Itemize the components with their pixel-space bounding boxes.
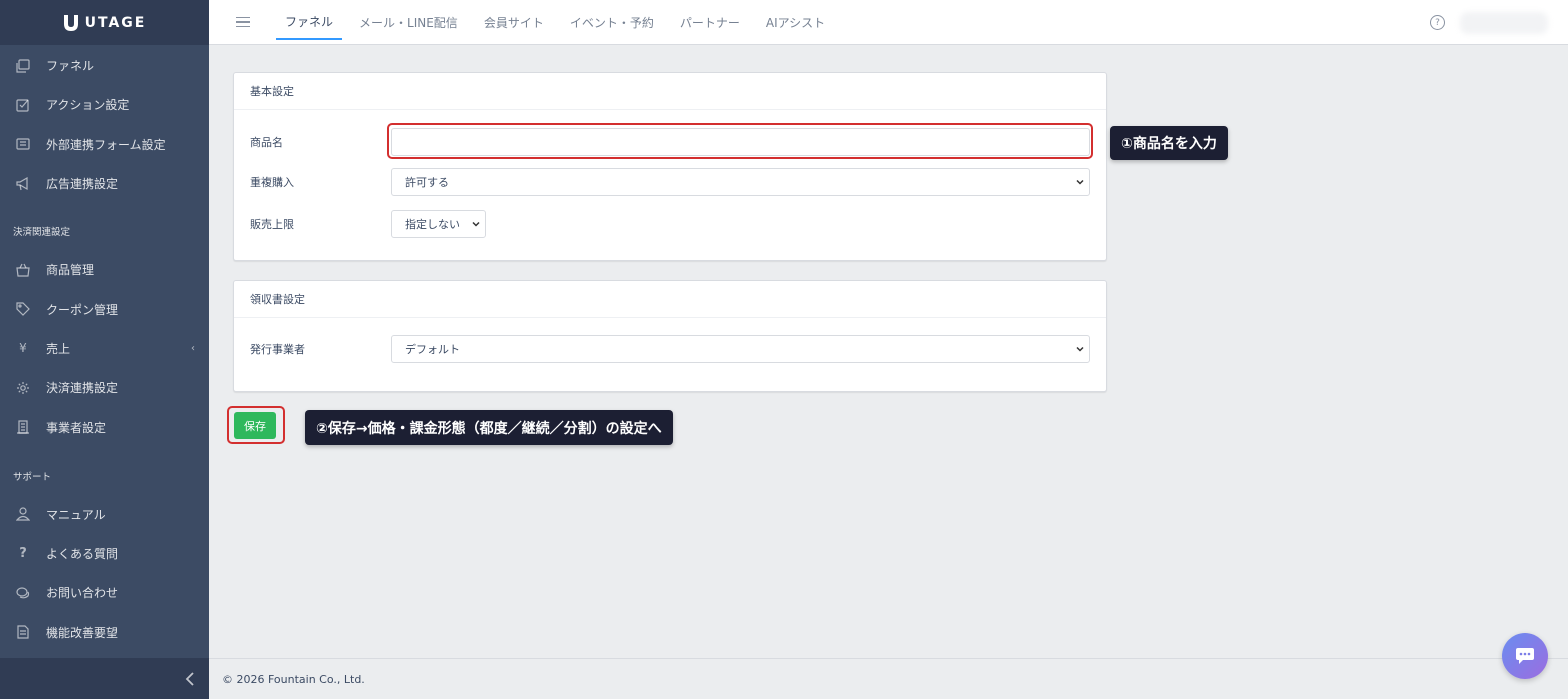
issuer-select[interactable]: デフォルト [391, 335, 1090, 363]
tab-member-site[interactable]: 会員サイト [475, 4, 553, 40]
sidebar-item-label: マニュアル [46, 507, 106, 522]
sidebar-item-label: 売上 [46, 341, 71, 356]
sidebar-item-payment-integration[interactable]: 決済連携設定 [0, 368, 209, 407]
sidebar-item-business[interactable]: 事業者設定 [0, 407, 209, 446]
sidebar-item-products[interactable]: 商品管理 [0, 250, 209, 289]
chat-bubble-icon [16, 586, 30, 600]
top-header: ファネル メール・LINE配信 会員サイト イベント・予約 パートナー AIアシ… [209, 0, 1568, 45]
document-icon [16, 625, 30, 639]
tab-mail-line[interactable]: メール・LINE配信 [350, 4, 467, 40]
card-title: 領収書設定 [234, 281, 1106, 318]
tag-icon [16, 302, 30, 316]
tab-partner[interactable]: パートナー [671, 4, 749, 40]
sidebar-item-label: 事業者設定 [46, 420, 107, 435]
sidebar-item-label: アクション設定 [46, 98, 130, 113]
chevron-down-icon [472, 221, 480, 227]
action-icon [16, 98, 30, 112]
sidebar-item-label: よくある質問 [46, 547, 119, 562]
chat-support-button[interactable] [1502, 633, 1548, 679]
issuer-label: 発行事業者 [250, 343, 305, 356]
hamburger-menu-icon[interactable] [236, 16, 250, 28]
basic-settings-card: 基本設定 商品名 重複購入 許可する 販売上限 指定しない [233, 72, 1107, 261]
chevron-down-icon [1076, 346, 1084, 352]
person-icon [16, 507, 30, 521]
sidebar-item-label: 商品管理 [46, 263, 95, 278]
tab-event-booking[interactable]: イベント・予約 [561, 4, 663, 40]
chevron-left-icon: ‹ [191, 342, 195, 354]
sidebar-item-label: 外部連携フォーム設定 [46, 137, 166, 152]
select-value: 指定しない [405, 218, 460, 231]
card-title: 基本設定 [234, 73, 1106, 110]
sidebar-item-faq[interactable]: ? よくある質問 [0, 534, 209, 573]
product-name-highlight [387, 123, 1093, 159]
section-title-payment: 決済関連設定 [13, 227, 71, 239]
brand-name: UTAGE [84, 14, 147, 31]
sales-limit-label: 販売上限 [250, 218, 294, 231]
sidebar-item-label: お問い合わせ [46, 586, 119, 601]
sidebar-item-contact[interactable]: お問い合わせ [0, 573, 209, 612]
brand-logo[interactable]: UTAGE [0, 0, 209, 45]
sidebar-item-label: 機能改善要望 [46, 625, 119, 640]
tab-funnel[interactable]: ファネル [276, 4, 343, 40]
funnel-icon [16, 59, 30, 73]
user-menu[interactable] [1460, 12, 1548, 34]
building-icon [16, 420, 30, 434]
chevron-down-icon [1076, 179, 1084, 185]
basket-icon [16, 263, 30, 277]
page-footer: © 2026 Fountain Co., Ltd. [209, 658, 1568, 699]
utage-logo-icon [63, 14, 79, 32]
sales-limit-row: 販売上限 指定しない [250, 210, 1090, 238]
sidebar-item-action[interactable]: アクション設定 [0, 85, 209, 124]
section-title-support: サポート [13, 471, 52, 483]
select-value: 許可する [405, 176, 449, 189]
sidebar-item-feature-request[interactable]: 機能改善要望 [0, 613, 209, 652]
question-icon: ? [19, 546, 27, 562]
sales-limit-select[interactable]: 指定しない [391, 210, 486, 238]
help-icon[interactable]: ? [1430, 15, 1445, 30]
sidebar-item-external-form[interactable]: 外部連携フォーム設定 [0, 125, 209, 164]
sidebar-item-label: 決済連携設定 [46, 381, 119, 396]
sidebar-item-label: クーポン管理 [46, 302, 119, 317]
duplicate-purchase-label: 重複購入 [250, 176, 294, 189]
sidebar-item-funnel[interactable]: ファネル [0, 46, 209, 85]
callout-step1: ①商品名を入力 [1110, 126, 1228, 160]
chevron-left-icon [185, 671, 194, 686]
yen-icon: ¥ [19, 341, 27, 356]
issuer-row: 発行事業者 デフォルト [250, 335, 1090, 363]
sidebar: UTAGE ファネル アクション設定 外部連携フォーム設定 広告連携設定 決済関… [0, 0, 209, 699]
receipt-settings-card: 領収書設定 発行事業者 デフォルト [233, 280, 1107, 392]
duplicate-purchase-select[interactable]: 許可する [391, 168, 1090, 196]
save-button[interactable]: 保存 [234, 412, 276, 439]
copyright-text: © 2026 Fountain Co., Ltd. [222, 672, 365, 686]
sidebar-item-coupons[interactable]: クーポン管理 [0, 289, 209, 328]
sidebar-item-manual[interactable]: マニュアル [0, 495, 209, 534]
sidebar-item-label: 広告連携設定 [46, 177, 119, 192]
duplicate-purchase-row: 重複購入 許可する [250, 168, 1090, 196]
top-nav-tabs: ファネル メール・LINE配信 会員サイト イベント・予約 パートナー AIアシ… [276, 0, 842, 45]
sidebar-minimizer[interactable] [0, 658, 209, 699]
megaphone-icon [16, 176, 30, 191]
sidebar-item-ad[interactable]: 広告連携設定 [0, 164, 209, 203]
sidebar-item-sales[interactable]: ¥ 売上 ‹ [0, 329, 209, 368]
gear-icon [16, 381, 30, 395]
select-value: デフォルト [405, 343, 460, 356]
sidebar-item-label: ファネル [46, 59, 95, 74]
callout-step2: ②保存→価格・課金形態（都度／継続／分割）の設定へ [305, 410, 673, 445]
tab-ai-assist[interactable]: AIアシスト [757, 4, 834, 40]
form-icon [16, 137, 30, 151]
chat-icon [1516, 648, 1534, 664]
product-name-label: 商品名 [250, 136, 283, 149]
